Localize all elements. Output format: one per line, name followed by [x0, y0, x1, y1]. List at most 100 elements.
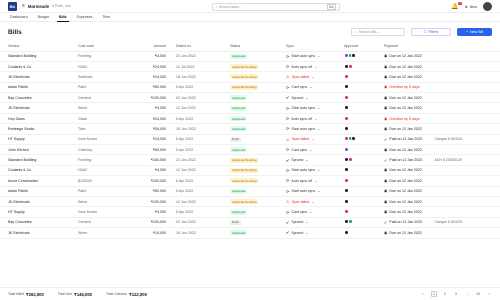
table-row[interactable]: HT Supply Door Knobs ₹14,000 5 Apr 2022 Draf…	[0, 134, 500, 146]
table-row[interactable]: Standard Building Fronting ₹4,000 23 Jun 20…	[0, 51, 500, 62]
table-row[interactable]: JK Electricals Wires ₹4,000 12 Jun 2022 Appr…	[0, 102, 500, 114]
sync-status[interactable]: ⟳ Cant sync ⌄	[286, 85, 312, 90]
approver-avatars[interactable]	[344, 73, 349, 79]
new-button[interactable]: ⊕ New	[465, 5, 477, 9]
table-row[interactable]: Redesign Studio Tiles ₹34,000 18 Jun 2022 Ap…	[0, 123, 500, 135]
project-name[interactable]: Marmeade	[28, 4, 49, 9]
approver-avatars[interactable]	[344, 177, 349, 183]
approver-avatars[interactable]	[344, 84, 349, 90]
table-row[interactable]: Asian Paints Paint ₹52,000 5 Apr 2022 Approv…	[0, 82, 500, 94]
approver-avatars[interactable]	[344, 53, 356, 59]
sync-status[interactable]: ⚠ Sync failed ⌄	[286, 137, 314, 142]
approver-avatars[interactable]	[344, 188, 349, 194]
table-footer: Total billed ₹262,000 Total Due ₹146,000…	[0, 287, 500, 300]
approver-avatars[interactable]	[344, 105, 349, 111]
table-row[interactable]: Standard Building Fronting ₹100,000 22 Jun …	[0, 154, 500, 166]
cost-code-cell: Tiles	[76, 123, 132, 135]
page-button[interactable]: 2	[442, 291, 448, 297]
table-row[interactable]: Asian Paints Paint ₹52,000 5 Apr 2022 Approv…	[0, 186, 500, 197]
table-row[interactable]: HT Supply Door Knobs ₹4,000 5 Apr 2022 Appro…	[0, 206, 500, 218]
menu-icon[interactable]: ≡	[22, 3, 25, 9]
approver-avatars[interactable]	[344, 209, 349, 215]
vendor-cell: HT Supply	[0, 206, 76, 218]
sync-status[interactable]: ⟳ Cant sync ⌄	[286, 147, 312, 152]
table-row[interactable]: Bay Concretes Cement ₹100,000 22 Jun 2022 Dr…	[0, 217, 500, 229]
sync-status[interactable]: ✔ Synced ⌄	[286, 230, 308, 235]
bell-icon[interactable]: 🔔 6	[451, 2, 462, 10]
table-row[interactable]: JK Electricals Wires ₹100,000 12 Jun 2022 Ap…	[0, 196, 500, 208]
app-logo[interactable]: BK	[8, 1, 17, 11]
tab-expenses[interactable]: Expenses	[75, 13, 95, 21]
tab-time[interactable]: Time	[100, 13, 112, 21]
sync-status[interactable]: ⟳ Start auto sync ⌄	[286, 106, 320, 111]
column-header-cost-code[interactable]: Cost code	[76, 42, 132, 52]
approver-avatars[interactable]	[344, 229, 349, 235]
column-header-vendor[interactable]: Vendor	[0, 42, 76, 52]
column-header-approver[interactable]: Approver	[342, 42, 382, 52]
table-row[interactable]: JK Electricals Wires ₹14,000 18 Jun 2022 App…	[0, 227, 500, 239]
approver-avatars[interactable]	[344, 198, 349, 204]
filters-button[interactable]: ⛉ Filters	[411, 28, 451, 36]
column-header-sync[interactable]: Sync	[284, 42, 342, 52]
sync-cell: ⚠ Sync failed ⌄	[284, 71, 342, 83]
approver-avatars[interactable]	[344, 63, 353, 69]
table-row[interactable]: Hop Glass Glass ₹24,000 5 Apr 2022 Approved ⟳…	[0, 113, 500, 125]
sync-status[interactable]: ⚠ Sync failed ⌄	[286, 74, 314, 79]
sync-status[interactable]: ⟳ Start auto sync ⌄	[286, 168, 320, 173]
next-page-icon[interactable]: ›	[486, 291, 492, 297]
user-avatar[interactable]	[483, 2, 492, 11]
page-button[interactable]: 3	[453, 291, 459, 297]
table-row[interactable]: JK Electricals Switches ₹14,000 18 Jun 2022…	[0, 71, 500, 83]
bill-search-input[interactable]: ⌕ Search Bills...	[351, 28, 405, 36]
approver-cell	[342, 217, 382, 229]
approver-avatars[interactable]	[344, 125, 349, 131]
sync-status[interactable]: ✔ Synced ⌄	[286, 158, 308, 163]
table-row[interactable]: Coolants & Co HVAC ₹4,000 12 Jun 2022 Approv…	[0, 165, 500, 177]
approver-avatars[interactable]	[344, 167, 349, 173]
column-header-amount[interactable]: Amount	[132, 42, 174, 52]
status-cell: Approval Pending	[228, 175, 284, 187]
global-search-input[interactable]: ⌕ Search tasks... ⌘K	[212, 3, 340, 11]
status-cell: Approval Pending	[228, 196, 284, 208]
tab-budget[interactable]: Budget	[36, 13, 51, 21]
page-button[interactable]: 1	[431, 291, 437, 297]
table-row[interactable]: Coolants & Co HVAC ₹24,000 12 Jul 2022 Appro…	[0, 61, 500, 73]
approver-avatars[interactable]	[344, 219, 353, 225]
approver-cell	[342, 71, 382, 83]
sync-status[interactable]: ✔ Synced ⌄	[286, 220, 308, 225]
table-row[interactable]: John Kitchen Chimney ₹52,000 5 Apr 2022 Appr…	[0, 144, 500, 156]
chevron-down-icon: ⌄	[314, 178, 318, 183]
column-header-dated-on[interactable]: Dated on	[174, 42, 228, 52]
sync-status[interactable]: ⚠ Sync failed ⌄	[286, 199, 314, 204]
table-header-row: Vendor Cost code Amount Dated on Status Sync A…	[0, 42, 500, 52]
sync-status[interactable]: ⟳ Start auto sync ⌄	[286, 189, 320, 194]
sync-status[interactable]: ⟳ Auto sync off ⌄	[286, 64, 317, 69]
approver-avatars[interactable]	[344, 157, 353, 163]
sync-status[interactable]: ✔ Synced ⌄	[286, 95, 308, 100]
column-header-payment[interactable]: Payment	[382, 42, 500, 52]
payment-cell: ▣ Due on 12 Jan 2022	[382, 92, 500, 104]
column-header-status[interactable]: Status	[228, 42, 284, 52]
sync-icon: ⟳	[286, 105, 290, 111]
page-button[interactable]: 10	[475, 291, 481, 297]
sync-status[interactable]: ⟳ Start auto sync ⌄	[286, 126, 320, 131]
cost-code-cell: Wires	[76, 102, 132, 114]
chevron-down-icon: ⌄	[309, 85, 313, 90]
sync-status[interactable]: ⟳ Start auto sync ⌄	[286, 54, 320, 59]
approver-avatars[interactable]	[344, 94, 349, 100]
approver-avatars[interactable]	[344, 115, 349, 121]
sync-status[interactable]: ⟳ Auto sync off ⌄	[286, 116, 317, 121]
tab-dashboard[interactable]: Dashboard	[8, 13, 30, 21]
table-row[interactable]: Acme Construction $100200 ₹100,000 5 Apr 20…	[0, 175, 500, 187]
approver-avatars[interactable]	[344, 136, 356, 142]
sync-status[interactable]: ⟳ Cant sync ⌄	[286, 210, 312, 215]
approver-avatars[interactable]	[344, 146, 349, 152]
payment-cell: ✔ Paid on 12 Jan 2022 Cheque # 524321	[382, 134, 500, 146]
new-bill-button[interactable]: + New Bill	[457, 28, 492, 36]
sync-status[interactable]: ⟳ Auto sync off ⌄	[286, 178, 317, 183]
table-row[interactable]: Bay Concretes Cement ₹100,000 22 Jun 2022 Ap…	[0, 92, 500, 104]
vendor-cell: Coolants & Co	[0, 165, 76, 177]
tab-bills[interactable]: Bills	[56, 13, 69, 22]
prev-page-icon[interactable]: ‹	[420, 291, 426, 297]
calendar-icon: ▣	[384, 64, 388, 69]
